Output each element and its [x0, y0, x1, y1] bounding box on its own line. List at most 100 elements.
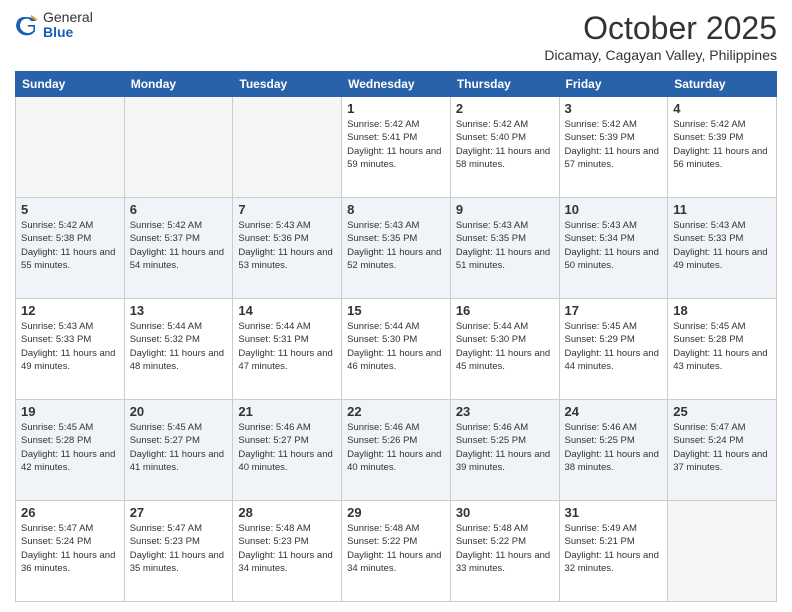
day-info: Sunrise: 5:48 AM Sunset: 5:22 PM Dayligh… — [347, 522, 445, 575]
calendar-cell: 14Sunrise: 5:44 AM Sunset: 5:31 PM Dayli… — [233, 299, 342, 400]
calendar-cell — [124, 97, 233, 198]
calendar-cell — [16, 97, 125, 198]
day-number: 20 — [130, 404, 228, 419]
day-number: 3 — [565, 101, 663, 116]
location: Dicamay, Cagayan Valley, Philippines — [544, 47, 777, 63]
day-number: 19 — [21, 404, 119, 419]
day-info: Sunrise: 5:42 AM Sunset: 5:39 PM Dayligh… — [673, 118, 771, 171]
day-number: 5 — [21, 202, 119, 217]
day-number: 2 — [456, 101, 554, 116]
calendar-cell: 25 Sunrise: 5:47 AM Sunset: 5:24 PM Dayli… — [668, 400, 777, 501]
calendar-week-3: 12 Sunrise: 5:43 AM Sunset: 5:33 PM Dayli… — [16, 299, 777, 400]
day-number: 13 — [130, 303, 228, 318]
day-info: Sunrise: 5:49 AM Sunset: 5:21 PM Dayligh… — [565, 522, 663, 575]
day-header-tuesday: Tuesday — [233, 72, 342, 97]
day-number: 28 — [238, 505, 336, 520]
month-title: October 2025 — [544, 10, 777, 47]
calendar-cell: 13 Sunrise: 5:44 AM Sunset: 5:32 PM Dayli… — [124, 299, 233, 400]
day-number: 25 — [673, 404, 771, 419]
day-info: Sunrise: 5:46 AM Sunset: 5:25 PM Dayligh… — [565, 421, 663, 474]
day-number: 12 — [21, 303, 119, 318]
day-number: 11 — [673, 202, 771, 217]
day-header-friday: Friday — [559, 72, 668, 97]
day-number: 4 — [673, 101, 771, 116]
day-header-monday: Monday — [124, 72, 233, 97]
day-info: Sunrise: 5:47 AM Sunset: 5:23 PM Dayligh… — [130, 522, 228, 575]
calendar-cell: 16 Sunrise: 5:44 AM Sunset: 5:30 PM Dayli… — [450, 299, 559, 400]
calendar-cell: 21 Sunrise: 5:46 AM Sunset: 5:27 PM Dayli… — [233, 400, 342, 501]
day-info: Sunrise: 5:44 AM Sunset: 5:30 PM Dayligh… — [456, 320, 554, 373]
calendar-week-4: 19 Sunrise: 5:45 AM Sunset: 5:28 PM Dayli… — [16, 400, 777, 501]
calendar-week-2: 5Sunrise: 5:42 AM Sunset: 5:38 PM Daylig… — [16, 198, 777, 299]
calendar-cell: 24 Sunrise: 5:46 AM Sunset: 5:25 PM Dayli… — [559, 400, 668, 501]
day-number: 17 — [565, 303, 663, 318]
day-info: Sunrise: 5:43 AM Sunset: 5:36 PM Dayligh… — [238, 219, 336, 272]
calendar-cell: 6 Sunrise: 5:42 AM Sunset: 5:37 PM Daylig… — [124, 198, 233, 299]
day-info: Sunrise: 5:44 AM Sunset: 5:32 PM Dayligh… — [130, 320, 228, 373]
day-header-saturday: Saturday — [668, 72, 777, 97]
calendar-cell: 4 Sunrise: 5:42 AM Sunset: 5:39 PM Daylig… — [668, 97, 777, 198]
calendar-cell — [233, 97, 342, 198]
day-header-thursday: Thursday — [450, 72, 559, 97]
calendar-cell: 31 Sunrise: 5:49 AM Sunset: 5:21 PM Dayli… — [559, 501, 668, 602]
logo-general: General — [43, 10, 93, 25]
day-number: 31 — [565, 505, 663, 520]
day-info: Sunrise: 5:42 AM Sunset: 5:37 PM Dayligh… — [130, 219, 228, 272]
day-info: Sunrise: 5:47 AM Sunset: 5:24 PM Dayligh… — [673, 421, 771, 474]
calendar-cell: 27Sunrise: 5:47 AM Sunset: 5:23 PM Dayli… — [124, 501, 233, 602]
day-info: Sunrise: 5:43 AM Sunset: 5:35 PM Dayligh… — [456, 219, 554, 272]
calendar-cell: 15Sunrise: 5:44 AM Sunset: 5:30 PM Dayli… — [342, 299, 451, 400]
day-info: Sunrise: 5:44 AM Sunset: 5:30 PM Dayligh… — [347, 320, 445, 373]
calendar-cell: 22Sunrise: 5:46 AM Sunset: 5:26 PM Dayli… — [342, 400, 451, 501]
calendar-week-1: 1 Sunrise: 5:42 AM Sunset: 5:41 PM Daylig… — [16, 97, 777, 198]
day-info: Sunrise: 5:48 AM Sunset: 5:23 PM Dayligh… — [238, 522, 336, 575]
calendar-cell: 11Sunrise: 5:43 AM Sunset: 5:33 PM Dayli… — [668, 198, 777, 299]
calendar-cell: 3 Sunrise: 5:42 AM Sunset: 5:39 PM Daylig… — [559, 97, 668, 198]
day-info: Sunrise: 5:44 AM Sunset: 5:31 PM Dayligh… — [238, 320, 336, 373]
calendar-cell: 17 Sunrise: 5:45 AM Sunset: 5:29 PM Dayli… — [559, 299, 668, 400]
day-number: 16 — [456, 303, 554, 318]
day-info: Sunrise: 5:45 AM Sunset: 5:28 PM Dayligh… — [21, 421, 119, 474]
calendar-cell: 30 Sunrise: 5:48 AM Sunset: 5:22 PM Dayli… — [450, 501, 559, 602]
calendar-cell: 28 Sunrise: 5:48 AM Sunset: 5:23 PM Dayli… — [233, 501, 342, 602]
calendar-cell: 10Sunrise: 5:43 AM Sunset: 5:34 PM Dayli… — [559, 198, 668, 299]
calendar-cell — [668, 501, 777, 602]
day-info: Sunrise: 5:42 AM Sunset: 5:41 PM Dayligh… — [347, 118, 445, 171]
day-number: 7 — [238, 202, 336, 217]
calendar-cell: 23 Sunrise: 5:46 AM Sunset: 5:25 PM Dayli… — [450, 400, 559, 501]
logo-blue: Blue — [43, 25, 93, 40]
day-number: 23 — [456, 404, 554, 419]
day-info: Sunrise: 5:42 AM Sunset: 5:40 PM Dayligh… — [456, 118, 554, 171]
day-info: Sunrise: 5:46 AM Sunset: 5:27 PM Dayligh… — [238, 421, 336, 474]
calendar-cell: 9 Sunrise: 5:43 AM Sunset: 5:35 PM Daylig… — [450, 198, 559, 299]
day-number: 24 — [565, 404, 663, 419]
logo-icon — [15, 13, 39, 37]
day-number: 22 — [347, 404, 445, 419]
calendar-cell: 20 Sunrise: 5:45 AM Sunset: 5:27 PM Dayli… — [124, 400, 233, 501]
day-number: 9 — [456, 202, 554, 217]
calendar-table: SundayMondayTuesdayWednesdayThursdayFrid… — [15, 71, 777, 602]
day-number: 18 — [673, 303, 771, 318]
calendar-cell: 18 Sunrise: 5:45 AM Sunset: 5:28 PM Dayli… — [668, 299, 777, 400]
day-number: 6 — [130, 202, 228, 217]
day-number: 1 — [347, 101, 445, 116]
day-info: Sunrise: 5:45 AM Sunset: 5:29 PM Dayligh… — [565, 320, 663, 373]
header: General Blue October 2025 Dicamay, Cagay… — [15, 10, 777, 63]
day-info: Sunrise: 5:46 AM Sunset: 5:25 PM Dayligh… — [456, 421, 554, 474]
header-row: SundayMondayTuesdayWednesdayThursdayFrid… — [16, 72, 777, 97]
day-number: 21 — [238, 404, 336, 419]
day-info: Sunrise: 5:45 AM Sunset: 5:28 PM Dayligh… — [673, 320, 771, 373]
day-info: Sunrise: 5:42 AM Sunset: 5:39 PM Dayligh… — [565, 118, 663, 171]
calendar-cell: 29 Sunrise: 5:48 AM Sunset: 5:22 PM Dayli… — [342, 501, 451, 602]
day-header-sunday: Sunday — [16, 72, 125, 97]
calendar-week-5: 26Sunrise: 5:47 AM Sunset: 5:24 PM Dayli… — [16, 501, 777, 602]
day-info: Sunrise: 5:47 AM Sunset: 5:24 PM Dayligh… — [21, 522, 119, 575]
calendar-cell: 26Sunrise: 5:47 AM Sunset: 5:24 PM Dayli… — [16, 501, 125, 602]
page: General Blue October 2025 Dicamay, Cagay… — [0, 0, 792, 612]
day-number: 30 — [456, 505, 554, 520]
calendar-cell: 8Sunrise: 5:43 AM Sunset: 5:35 PM Daylig… — [342, 198, 451, 299]
day-info: Sunrise: 5:48 AM Sunset: 5:22 PM Dayligh… — [456, 522, 554, 575]
day-number: 29 — [347, 505, 445, 520]
day-info: Sunrise: 5:45 AM Sunset: 5:27 PM Dayligh… — [130, 421, 228, 474]
day-info: Sunrise: 5:43 AM Sunset: 5:33 PM Dayligh… — [21, 320, 119, 373]
